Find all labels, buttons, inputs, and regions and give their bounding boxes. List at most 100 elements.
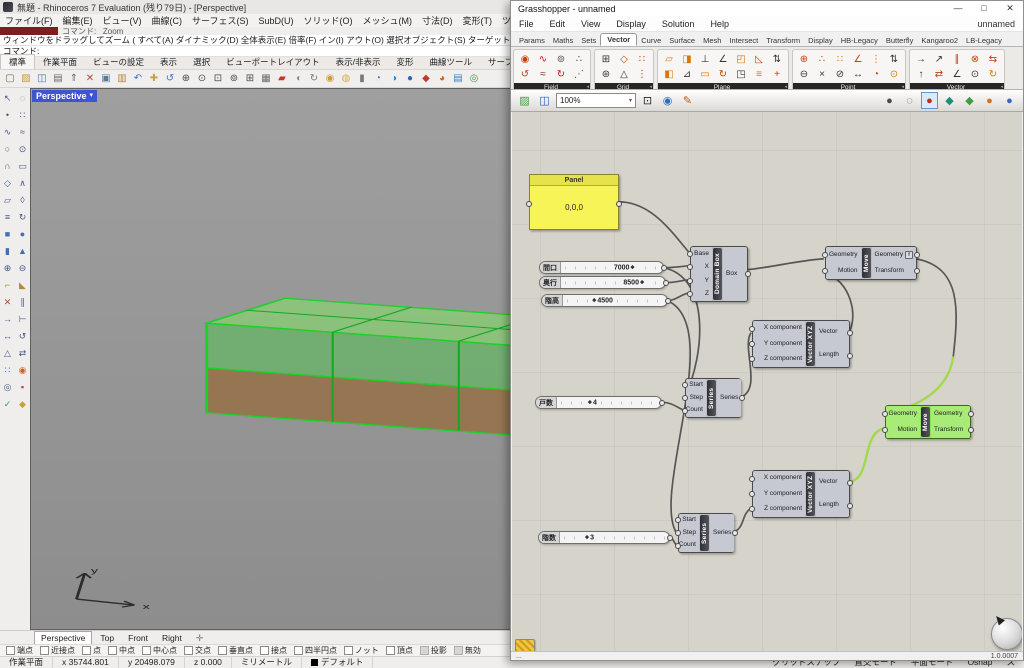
array-icon[interactable]: ∷ xyxy=(0,362,15,379)
wire[interactable] xyxy=(618,200,690,254)
port-out-transform[interactable]: Transform xyxy=(931,426,970,434)
field-curve-icon[interactable]: ∿ xyxy=(535,52,551,67)
menu-file[interactable]: File xyxy=(511,19,542,29)
menu-view[interactable]: View xyxy=(573,19,608,29)
gh-tab-6[interactable]: Mesh xyxy=(699,35,725,46)
closest-point-icon[interactable]: × xyxy=(814,67,830,82)
rectangular-grid-icon[interactable]: ⊞ xyxy=(598,52,614,67)
surface-corner-icon[interactable]: ◊ xyxy=(15,192,30,209)
slider-grip-icon[interactable]: ◆ xyxy=(588,400,592,406)
port-out-box[interactable]: Box xyxy=(723,270,747,278)
gh-tab-8[interactable]: Transform xyxy=(762,35,804,46)
wire[interactable] xyxy=(746,257,824,271)
menu-edit[interactable]: Edit xyxy=(542,19,574,29)
four-viewports-icon[interactable]: ▦ xyxy=(258,71,274,86)
port-in-z[interactable]: Z xyxy=(691,290,712,298)
vector-xyz-component[interactable]: X component Y component Z component Vect… xyxy=(752,470,850,518)
rhino-menu-5[interactable]: SubD(U) xyxy=(253,16,298,26)
rotate-plane-icon[interactable]: ↻ xyxy=(715,67,731,82)
group-label[interactable]: Grid xyxy=(595,83,653,89)
osnap-toggle-11[interactable]: 投影 xyxy=(420,645,447,656)
move-component[interactable]: Geometry Motion Move Geometry ⇑ Transform xyxy=(825,246,917,280)
paste-icon[interactable]: ▥ xyxy=(114,71,130,86)
interpolate-curve-icon[interactable]: ≈ xyxy=(15,124,30,141)
new-file-icon[interactable]: ▢ xyxy=(2,71,18,86)
cylinder-icon[interactable]: ▮ xyxy=(0,243,15,260)
series-component[interactable]: Start Step Count Series Series xyxy=(685,378,742,418)
unit-y-icon[interactable]: ↑ xyxy=(913,67,929,82)
port-in-geometry[interactable]: Geometry xyxy=(826,251,861,259)
rhino-toolbar-tab-4[interactable]: 選択 xyxy=(185,55,218,69)
radial-grid-icon[interactable]: ⊛ xyxy=(598,67,614,82)
port-in-x-component[interactable]: X component xyxy=(753,325,805,332)
slider-knob[interactable]: ◆ 3 xyxy=(582,534,596,541)
port-in-count[interactable]: Count xyxy=(679,542,699,549)
zoom-dynamic-icon[interactable]: ⊙ xyxy=(194,71,210,86)
osnap-toggle-5[interactable]: 交点 xyxy=(184,645,211,656)
gh-tab-12[interactable]: Kangaroo2 xyxy=(917,35,962,46)
rhino-toolbar-tab-1[interactable]: 作業平面 xyxy=(35,55,85,69)
slider-kaidaka[interactable]: 階高 ◆ 4500 xyxy=(541,294,668,307)
port-in-geometry[interactable]: Geometry xyxy=(886,410,920,418)
osnap-toggle-3[interactable]: 中点 xyxy=(108,645,135,656)
port-in-start[interactable]: Start xyxy=(679,517,699,524)
gh-tab-13[interactable]: LB-Legacy xyxy=(962,35,1006,46)
viewport-menu-caret-icon[interactable]: ▾ xyxy=(90,90,94,102)
port-in-motion[interactable]: Motion xyxy=(826,267,861,275)
polygon-icon[interactable]: ◇ xyxy=(0,175,15,192)
circle-icon[interactable]: ○ xyxy=(0,141,15,158)
align-plane-icon[interactable]: ∠ xyxy=(715,52,731,67)
port-in-count[interactable]: Count xyxy=(686,407,706,414)
move-icon[interactable]: ↔ xyxy=(0,328,15,345)
slider-okuyuki[interactable]: 奥行 ◆ 8500 xyxy=(539,276,666,289)
osnap-toggle-6[interactable]: 垂直点 xyxy=(218,645,253,656)
canvas-compass-widget[interactable] xyxy=(991,618,1022,650)
maximize-button[interactable]: □ xyxy=(971,1,997,16)
yz-plane-icon[interactable]: ◨ xyxy=(679,52,695,67)
cull-duplicates-icon[interactable]: ⊘ xyxy=(832,67,848,82)
reverse-vector-icon[interactable]: ⇆ xyxy=(985,52,1001,67)
rhino-menu-9[interactable]: 変形(T) xyxy=(457,14,497,27)
menu-help[interactable]: Help xyxy=(702,19,737,29)
sketch-tool-icon[interactable]: ✎ xyxy=(679,92,696,109)
port-in-step[interactable]: Step xyxy=(686,394,706,402)
port-out-series[interactable]: Series xyxy=(710,529,734,537)
osnap-toggle-7[interactable]: 接点 xyxy=(260,645,287,656)
unit-z-icon[interactable]: ↗ xyxy=(931,52,947,67)
loft-icon[interactable]: ≡ xyxy=(0,209,15,226)
box-icon[interactable]: ■ xyxy=(0,226,15,243)
scale-icon[interactable]: △ xyxy=(0,345,15,362)
slider-knob[interactable]: ◆ 4 xyxy=(585,399,599,406)
units-indicator[interactable]: ミリメートル xyxy=(232,657,302,668)
slider-grip-icon[interactable]: ◆ xyxy=(585,535,589,541)
ellipse-icon[interactable]: ⊙ xyxy=(15,141,30,158)
menu-display[interactable]: Display xyxy=(608,19,654,29)
group-label[interactable]: Point xyxy=(793,83,905,89)
osnap-toggle-8[interactable]: 四半円点 xyxy=(294,645,337,656)
distance-icon[interactable]: ↔ xyxy=(850,67,866,82)
rhino-toolbar-tab-8[interactable]: 曲線ツール xyxy=(421,55,480,69)
preview-shaded-icon[interactable]: ● xyxy=(921,92,938,109)
render-preview-icon[interactable]: ◆ xyxy=(15,396,30,413)
snapshot-icon[interactable]: ◉ xyxy=(322,71,338,86)
port-out-geometry[interactable]: Geometry ⇑ xyxy=(872,251,917,260)
gh-tab-0[interactable]: Params xyxy=(515,35,549,46)
deconstruct-plane-icon[interactable]: ◳ xyxy=(733,67,749,82)
osnap-toggle-10[interactable]: 頂点 xyxy=(386,645,413,656)
wire[interactable] xyxy=(915,257,957,357)
port-out-geometry[interactable]: Geometry xyxy=(931,410,970,418)
select-visible-icon[interactable]: ◖ xyxy=(290,71,306,86)
slider-maguchi[interactable]: 間口 ◆ 7000 xyxy=(539,261,664,274)
copy-icon[interactable]: ▣ xyxy=(98,71,114,86)
group-label[interactable]: Field xyxy=(514,83,590,89)
gh-tab-7[interactable]: Intersect xyxy=(725,35,762,46)
rhino-toolbar-tab-6[interactable]: 表示/非表示 xyxy=(328,55,389,69)
populate-2d-icon[interactable]: ∷ xyxy=(634,52,650,67)
port-in-base[interactable]: Base xyxy=(691,250,712,258)
export-icon[interactable]: ⇑ xyxy=(66,71,82,86)
plane-origin-icon[interactable]: ◰ xyxy=(733,52,749,67)
print-icon[interactable]: ▤ xyxy=(50,71,66,86)
cut-icon[interactable]: ✕ xyxy=(82,71,98,86)
gh-tab-10[interactable]: HB-Legacy xyxy=(837,35,882,46)
field-rotate-icon[interactable]: ↻ xyxy=(553,67,569,82)
